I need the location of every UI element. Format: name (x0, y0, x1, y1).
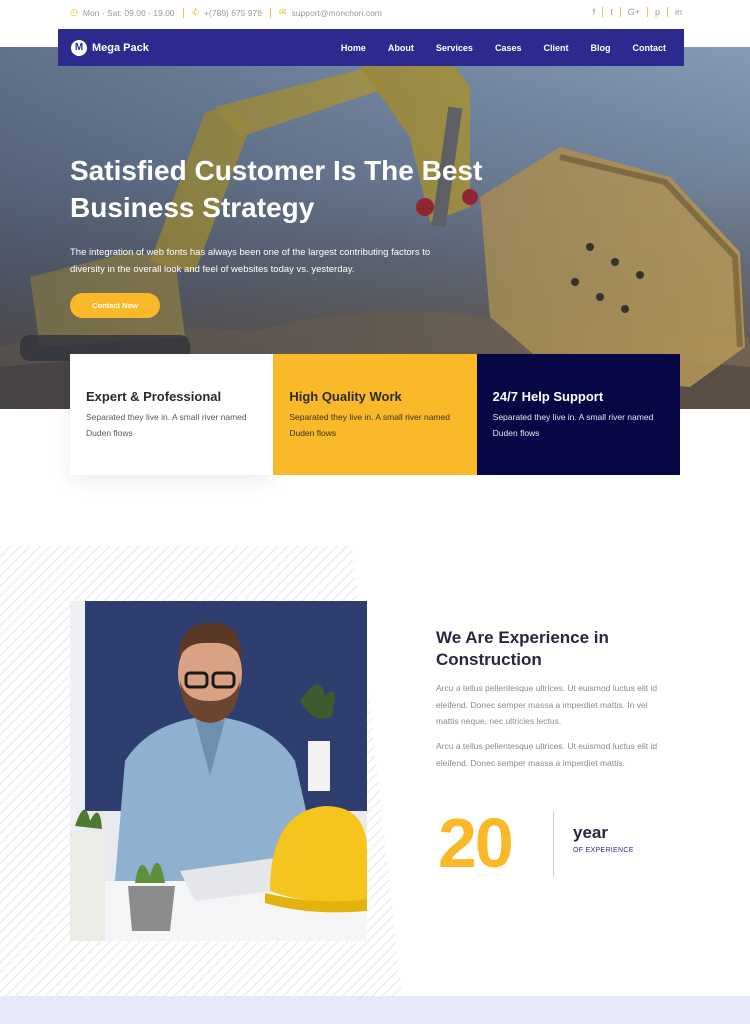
logo-text[interactable]: Mega Pack (92, 42, 149, 54)
divider (619, 7, 621, 17)
feature-boxes: Expert & Professional Separated they liv… (70, 354, 680, 475)
nav-cases[interactable]: Cases (495, 43, 522, 53)
hours-text: Mon - Sat: 09.00 - 19.00 (82, 7, 175, 18)
feature-text: Separated they live in. A small river na… (86, 412, 247, 438)
nav-client[interactable]: Client (543, 43, 568, 53)
feature-text: Separated they live in. A small river na… (492, 412, 654, 438)
nav-menu: Home About Services Cases Client Blog Co… (319, 29, 666, 66)
envelope-icon: ✉ (278, 7, 287, 17)
email-item[interactable]: ✉ support@monchori.com (279, 7, 382, 18)
experience-sublabel: OF EXPERIENCE (573, 847, 634, 854)
contact-info: ◷ Mon - Sat: 09.00 - 19.00 ✆ +(789) 675 … (70, 7, 382, 18)
hero-title: Satisfied Customer Is The Best Business … (70, 155, 483, 223)
about-paragraph-1: Arcu a tellus pellentesque ultrices. Ut … (436, 683, 658, 726)
hours-item: ◷ Mon - Sat: 09.00 - 19.00 (70, 7, 175, 18)
phone-icon: ✆ (191, 7, 200, 17)
about-title: We Are Experience in Construction (436, 628, 609, 669)
nav-blog[interactable]: Blog (591, 43, 611, 53)
phone-item[interactable]: ✆ +(789) 675 978 (192, 7, 262, 18)
top-bar: ◷ Mon - Sat: 09.00 - 19.00 ✆ +(789) 675 … (0, 0, 750, 28)
feature-text: Separated they live in. A small river na… (289, 412, 450, 438)
clock-icon: ◷ (70, 7, 78, 17)
feature-title: High Quality Work (289, 389, 402, 404)
hero-text: The integration of web fonts has always … (70, 247, 431, 275)
divider (269, 7, 271, 18)
engineer-photo (70, 601, 367, 941)
logo[interactable]: M Mega Pack (71, 39, 149, 56)
google-plus-icon[interactable]: G+ (626, 7, 642, 17)
main-navbar: M Mega Pack Home About Services Cases Cl… (58, 29, 684, 66)
feature-support: 24/7 Help Support Separated they live in… (476, 354, 680, 475)
experience-number: 20 (438, 804, 514, 882)
stat-divider (553, 811, 554, 877)
nav-home[interactable]: Home (341, 43, 366, 53)
email-link[interactable]: support@monchori.com (292, 8, 382, 18)
nav-services[interactable]: Services (436, 43, 473, 53)
nav-contact[interactable]: Contact (633, 43, 667, 53)
experience-label: year (573, 823, 608, 842)
divider (182, 7, 184, 18)
divider (602, 7, 604, 17)
twitter-icon[interactable]: t (608, 7, 615, 17)
pinterest-icon[interactable]: p (653, 7, 662, 17)
facebook-icon[interactable]: f (591, 7, 598, 17)
nav-about[interactable]: About (388, 43, 414, 53)
about-paragraph-2: Arcu a tellus pellentesque ultrices. Ut … (436, 741, 658, 768)
phone-text[interactable]: +(789) 675 978 (204, 8, 262, 18)
logo-icon: M (71, 39, 87, 56)
feature-title: Expert & Professional (86, 389, 222, 404)
linkedin-icon[interactable]: in (673, 7, 684, 17)
feature-title: 24/7 Help Support (492, 389, 604, 404)
social-links: f t G+ p in (591, 7, 684, 17)
contact-now-button[interactable]: Contact Now (70, 293, 160, 318)
feature-expert: Expert & Professional Separated they liv… (70, 354, 274, 475)
divider (646, 7, 648, 17)
next-section-band (0, 996, 750, 1024)
divider (666, 7, 668, 17)
feature-quality: High Quality Work Separated they live in… (273, 354, 477, 475)
hero-content: Satisfied Customer Is The Best Business … (70, 152, 490, 318)
